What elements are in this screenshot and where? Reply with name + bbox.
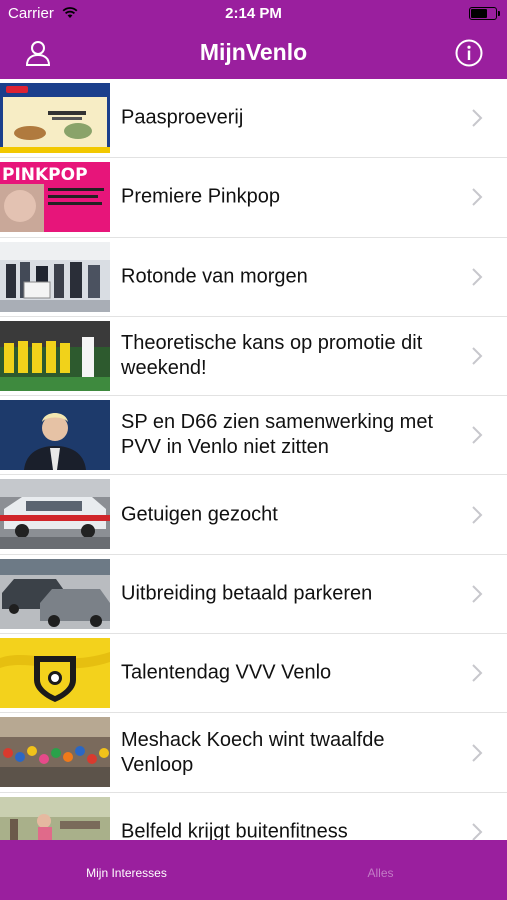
chevron-right-icon [472,585,483,603]
article-title: Meshack Koech wint twaalfde Venloop [121,728,385,776]
list-item[interactable]: Paasproeverij [0,79,507,159]
tab-mijn-interesses[interactable]: Mijn Interesses [0,840,253,900]
chevron-right-icon [472,505,483,524]
article-thumbnail [0,83,110,153]
article-title: Uitbreiding betaald parkeren [121,582,373,605]
list-item[interactable]: PINKPOP Premiere Pinkpop [0,158,507,238]
article-thumbnail [0,558,110,629]
chevron-right-icon [472,188,483,207]
top-bar: Carrier 2:14 PM MijnVenlo [0,0,507,79]
list-item[interactable]: Belfeld krijgt buitenfitness [0,793,507,840]
article-thumbnail [0,241,110,312]
article-thumbnail: PINKPOP [0,162,110,233]
battery-icon [469,7,500,20]
info-icon[interactable] [455,39,483,67]
status-time: 2:14 PM [225,5,282,22]
list-item[interactable]: Meshack Koech wint twaalfde Venloop [0,713,507,793]
article-thumbnail [0,796,110,840]
list-item[interactable]: Theoretische kans op promotie dit weeken… [0,317,507,397]
article-title: Talentendag VVV Venlo [121,661,332,684]
article-title: Belfeld krijgt buitenfitness [121,820,348,840]
list-item[interactable]: SP en D66 zien samenwerking met PVV in V… [0,396,507,476]
article-thumbnail [0,717,110,788]
chevron-right-icon [472,268,483,286]
article-thumbnail [0,400,110,471]
article-title: Theoretische kans op promotie dit weeken… [121,332,423,380]
page-title: MijnVenlo [199,39,308,65]
list-item[interactable]: Getuigen gezocht [0,475,507,555]
article-title: Getuigen gezocht [121,503,278,526]
list-item[interactable]: Uitbreiding betaald parkeren [0,555,507,635]
list-item[interactable]: Talentendag VVV Venlo [0,634,507,714]
article-thumbnail [0,320,110,391]
chevron-right-icon [472,347,483,365]
chevron-right-icon [472,426,483,445]
article-title: SP en D66 zien samenwerking met PVV in V… [121,411,434,459]
list-item[interactable]: Rotonde van morgen [0,238,507,317]
chevron-right-icon [472,743,483,762]
article-title: Premiere Pinkpop [121,185,280,208]
chevron-right-icon [472,109,483,127]
article-title: Paasproeverij [121,106,244,129]
article-thumbnail [0,479,110,550]
tab-bar: Mijn Interesses Alles [0,840,507,900]
nav-bar: MijnVenlo [0,27,507,79]
status-bar: Carrier 2:14 PM [0,0,507,27]
article-thumbnail [0,638,110,709]
article-list: Paasproeverij PINKPOP Premiere Pinkpop R… [0,79,507,840]
chevron-right-icon [472,664,483,682]
chevron-right-icon [472,823,483,840]
article-title: Rotonde van morgen [121,265,308,288]
thumbnail-text: PINKPOP [2,165,88,185]
tab-alles[interactable]: Alles [254,840,507,900]
